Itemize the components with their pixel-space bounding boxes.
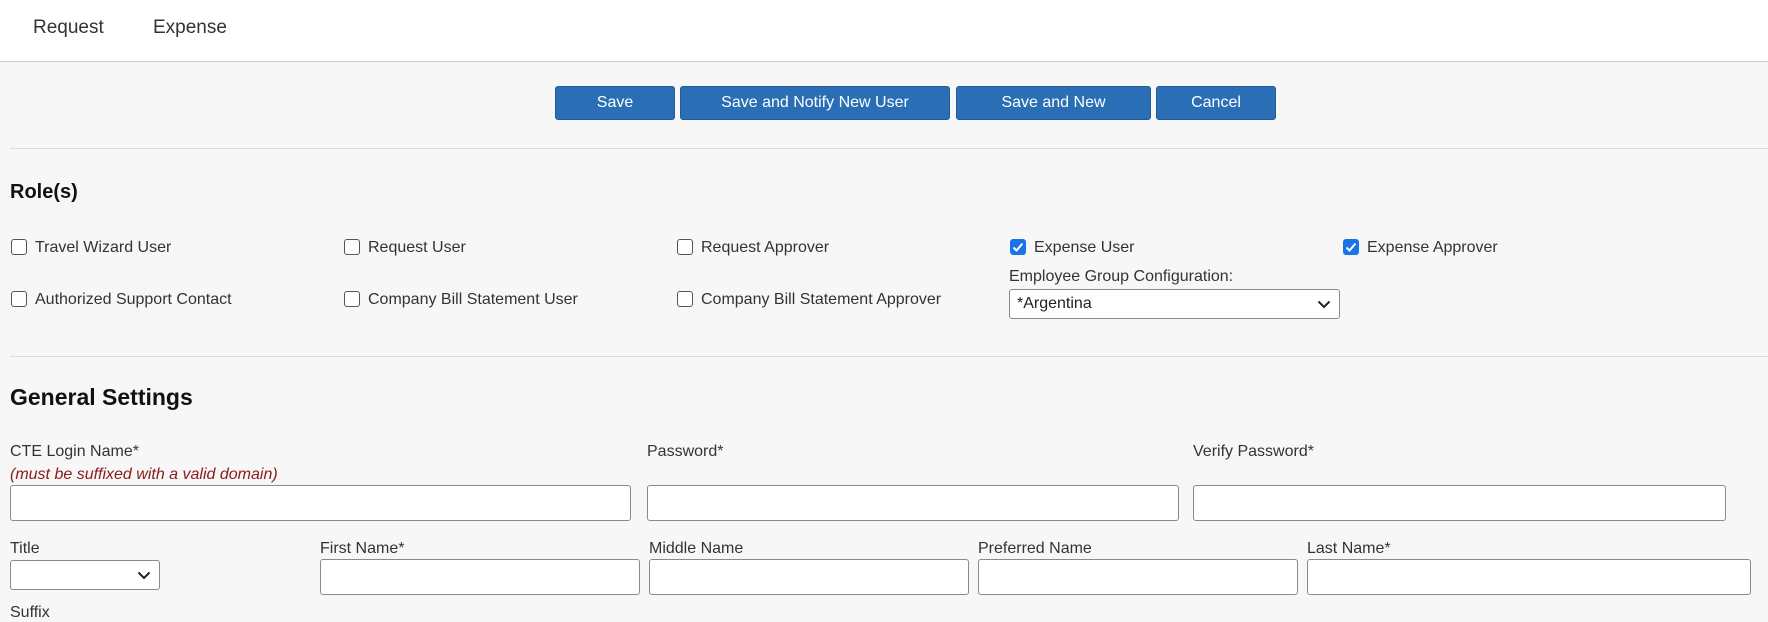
checkbox-travel-wizard-user[interactable] xyxy=(11,239,27,255)
general-settings-heading: General Settings xyxy=(10,384,193,410)
password-input[interactable] xyxy=(647,485,1179,521)
roles-heading: Role(s) xyxy=(10,181,78,203)
employee-group-select[interactable]: *Argentina xyxy=(1009,289,1340,319)
check-icon xyxy=(1345,242,1357,252)
chevron-down-icon xyxy=(1317,300,1331,309)
verify-password-label: Verify Password* xyxy=(1193,443,1314,460)
cancel-button[interactable]: Cancel xyxy=(1156,86,1276,120)
checkbox-request-user[interactable] xyxy=(344,239,360,255)
login-name-label: CTE Login Name* xyxy=(10,443,139,460)
password-label: Password* xyxy=(647,443,724,460)
divider xyxy=(10,356,1768,357)
title-select[interactable] xyxy=(10,560,160,590)
first-name-input[interactable] xyxy=(320,559,640,595)
last-name-input[interactable] xyxy=(1307,559,1751,595)
checkbox-expense-user[interactable] xyxy=(1010,239,1026,255)
preferred-name-input[interactable] xyxy=(978,559,1298,595)
chevron-down-icon xyxy=(137,571,151,580)
checkbox-request-approver[interactable] xyxy=(677,239,693,255)
tab-expense[interactable]: Expense xyxy=(153,17,227,39)
checkbox-company-bill-statement-user[interactable] xyxy=(344,291,360,307)
top-nav: Request Expense xyxy=(0,0,1768,62)
role-label: Expense User xyxy=(1034,239,1135,256)
middle-name-input[interactable] xyxy=(649,559,969,595)
suffix-label: Suffix xyxy=(10,604,50,621)
role-label: Expense Approver xyxy=(1367,239,1498,256)
action-toolbar: Save Save and Notify New User Save and N… xyxy=(0,86,1768,120)
save-button[interactable]: Save xyxy=(555,86,675,120)
role-label: Company Bill Statement Approver xyxy=(701,291,942,308)
divider xyxy=(10,148,1768,149)
title-label: Title xyxy=(10,540,40,557)
checkbox-authorized-support-contact[interactable] xyxy=(11,291,27,307)
save-and-new-button[interactable]: Save and New xyxy=(956,86,1151,120)
role-label: Travel Wizard User xyxy=(35,239,172,256)
role-label: Request Approver xyxy=(701,239,830,256)
save-and-notify-button[interactable]: Save and Notify New User xyxy=(680,86,950,120)
checkbox-company-bill-statement-approver[interactable] xyxy=(677,291,693,307)
employee-group-label: Employee Group Configuration: xyxy=(1009,268,1234,285)
login-name-hint: (must be suffixed with a valid domain) xyxy=(10,466,278,483)
verify-password-input[interactable] xyxy=(1193,485,1726,521)
employee-group-value: *Argentina xyxy=(1017,295,1092,312)
role-label: Authorized Support Contact xyxy=(35,291,232,308)
login-name-input[interactable] xyxy=(10,485,631,521)
first-name-label: First Name* xyxy=(320,540,405,557)
role-label: Company Bill Statement User xyxy=(368,291,578,308)
check-icon xyxy=(1012,242,1024,252)
middle-name-label: Middle Name xyxy=(649,540,744,557)
tab-request[interactable]: Request xyxy=(33,17,104,39)
role-label: Request User xyxy=(368,239,466,256)
checkbox-expense-approver[interactable] xyxy=(1343,239,1359,255)
last-name-label: Last Name* xyxy=(1307,540,1391,557)
preferred-name-label: Preferred Name xyxy=(978,540,1092,557)
